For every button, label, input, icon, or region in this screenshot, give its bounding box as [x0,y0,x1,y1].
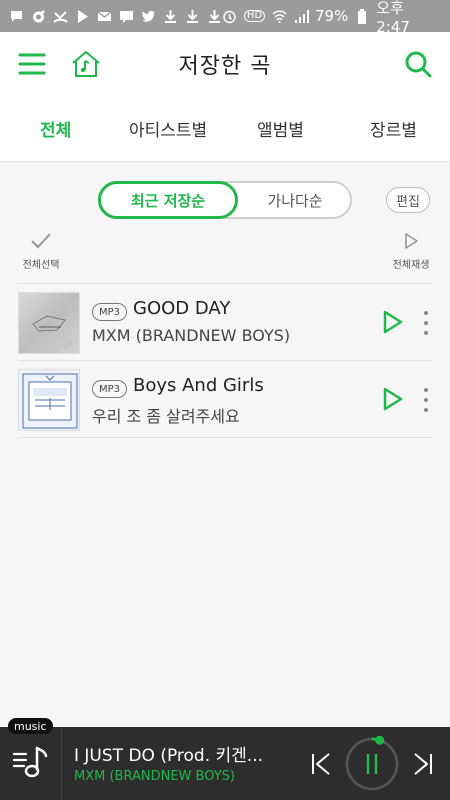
camera-icon [30,8,46,24]
battery-icon [354,8,370,24]
menu-button[interactable] [14,46,50,82]
track-row[interactable]: MP3 GOOD DAY MXM (BRANDNEW BOYS) [18,283,432,361]
track-artist: MXM (BRANDNEW BOYS) [92,326,291,345]
next-button[interactable] [410,751,436,777]
hd-label: HD [243,10,266,22]
clock: 오후 2:47 [376,0,410,36]
status-right-icons: HD 79% 오후 2:47 [222,0,442,36]
download-icon [162,8,178,24]
progress-dot [375,736,385,745]
mini-player[interactable]: I JUST DO (Prod. 키겐... MXM (BRANDNEW BOY… [0,727,450,800]
play-track-button[interactable] [382,387,406,413]
search-button[interactable] [400,46,436,82]
pause-button[interactable] [344,736,400,792]
wifi-icon [271,8,287,24]
search-icon [405,51,432,78]
now-playing-title[interactable]: I JUST DO (Prod. 키겐... [74,741,296,766]
twitter-icon [140,8,156,24]
playlist-button[interactable] [0,727,62,800]
edit-button[interactable]: 편집 [386,187,430,213]
track-artist: 우리 조 좀 살려주세요 [92,407,240,426]
format-badge: MP3 [92,303,128,321]
status-bar: HD 79% 오후 2:47 [0,0,450,36]
dot [424,398,428,402]
mail-icon [96,8,112,24]
now-playing-artist: MXM (BRANDNEW BOYS) [74,769,235,784]
music-home-icon [72,51,100,77]
signal-icon [293,8,309,24]
select-all-button[interactable]: 전체선택 [18,232,64,271]
sort-recent-button[interactable]: 최근 저장순 [98,181,238,219]
hd-icon: HD [243,8,266,24]
more-options-button[interactable] [421,311,431,335]
checkmark-icon [31,233,51,249]
tab-album[interactable]: 앨범별 [257,116,304,141]
music-badge: music [8,718,53,734]
dot [424,331,428,335]
missed-call-icon [52,8,68,24]
download-icon [184,8,200,24]
play-all-label: 전체재생 [392,260,430,271]
tab-genre[interactable]: 장르별 [370,116,417,141]
track-row[interactable]: MP3 Boys And Girls 우리 조 좀 살려주세요 [18,360,432,438]
hamburger-icon [18,53,46,75]
alarm-icon [222,8,238,24]
play-all-button[interactable]: 전체재생 [388,232,434,271]
playlist-music-icon [12,746,47,777]
play-track-button[interactable] [382,310,406,336]
dot [424,311,428,315]
play-icon [383,387,403,411]
dot [424,321,428,325]
app-header: 저장한 곡 [0,32,450,96]
play-outline-icon [405,233,418,249]
play-icon [383,310,403,334]
album-cover-image [18,292,80,354]
category-tabs: 전체 아티스트별 앨범별 장르별 [0,96,450,162]
format-badge: MP3 [92,380,128,398]
sort-toggle: 최근 저장순 가나다순 [98,181,352,219]
tab-artist[interactable]: 아티스트별 [129,116,207,141]
sort-alphabet-button[interactable]: 가나다순 [240,181,350,219]
play-store-icon [74,8,90,24]
tab-all[interactable]: 전체 [40,116,71,141]
dot [424,408,428,412]
previous-button[interactable] [308,751,334,777]
select-all-label: 전체선택 [22,260,60,271]
next-icon [414,753,432,775]
message-icon [118,8,134,24]
track-title: Boys And Girls [133,375,264,396]
chat-icon [8,8,24,24]
more-options-button[interactable] [421,388,431,412]
previous-icon [312,753,330,775]
home-button[interactable] [68,46,104,82]
track-list: MP3 GOOD DAY MXM (BRANDNEW BOYS) MP3 Boy… [18,283,432,438]
pause-progress-icon [345,736,399,791]
page-title: 저장한 곡 [178,54,272,79]
battery-percent: 79% [315,7,349,25]
download-icon [206,8,222,24]
dot [424,388,428,392]
track-title: GOOD DAY [133,298,231,319]
status-left-icons [8,8,222,24]
album-cover-image [18,369,80,431]
